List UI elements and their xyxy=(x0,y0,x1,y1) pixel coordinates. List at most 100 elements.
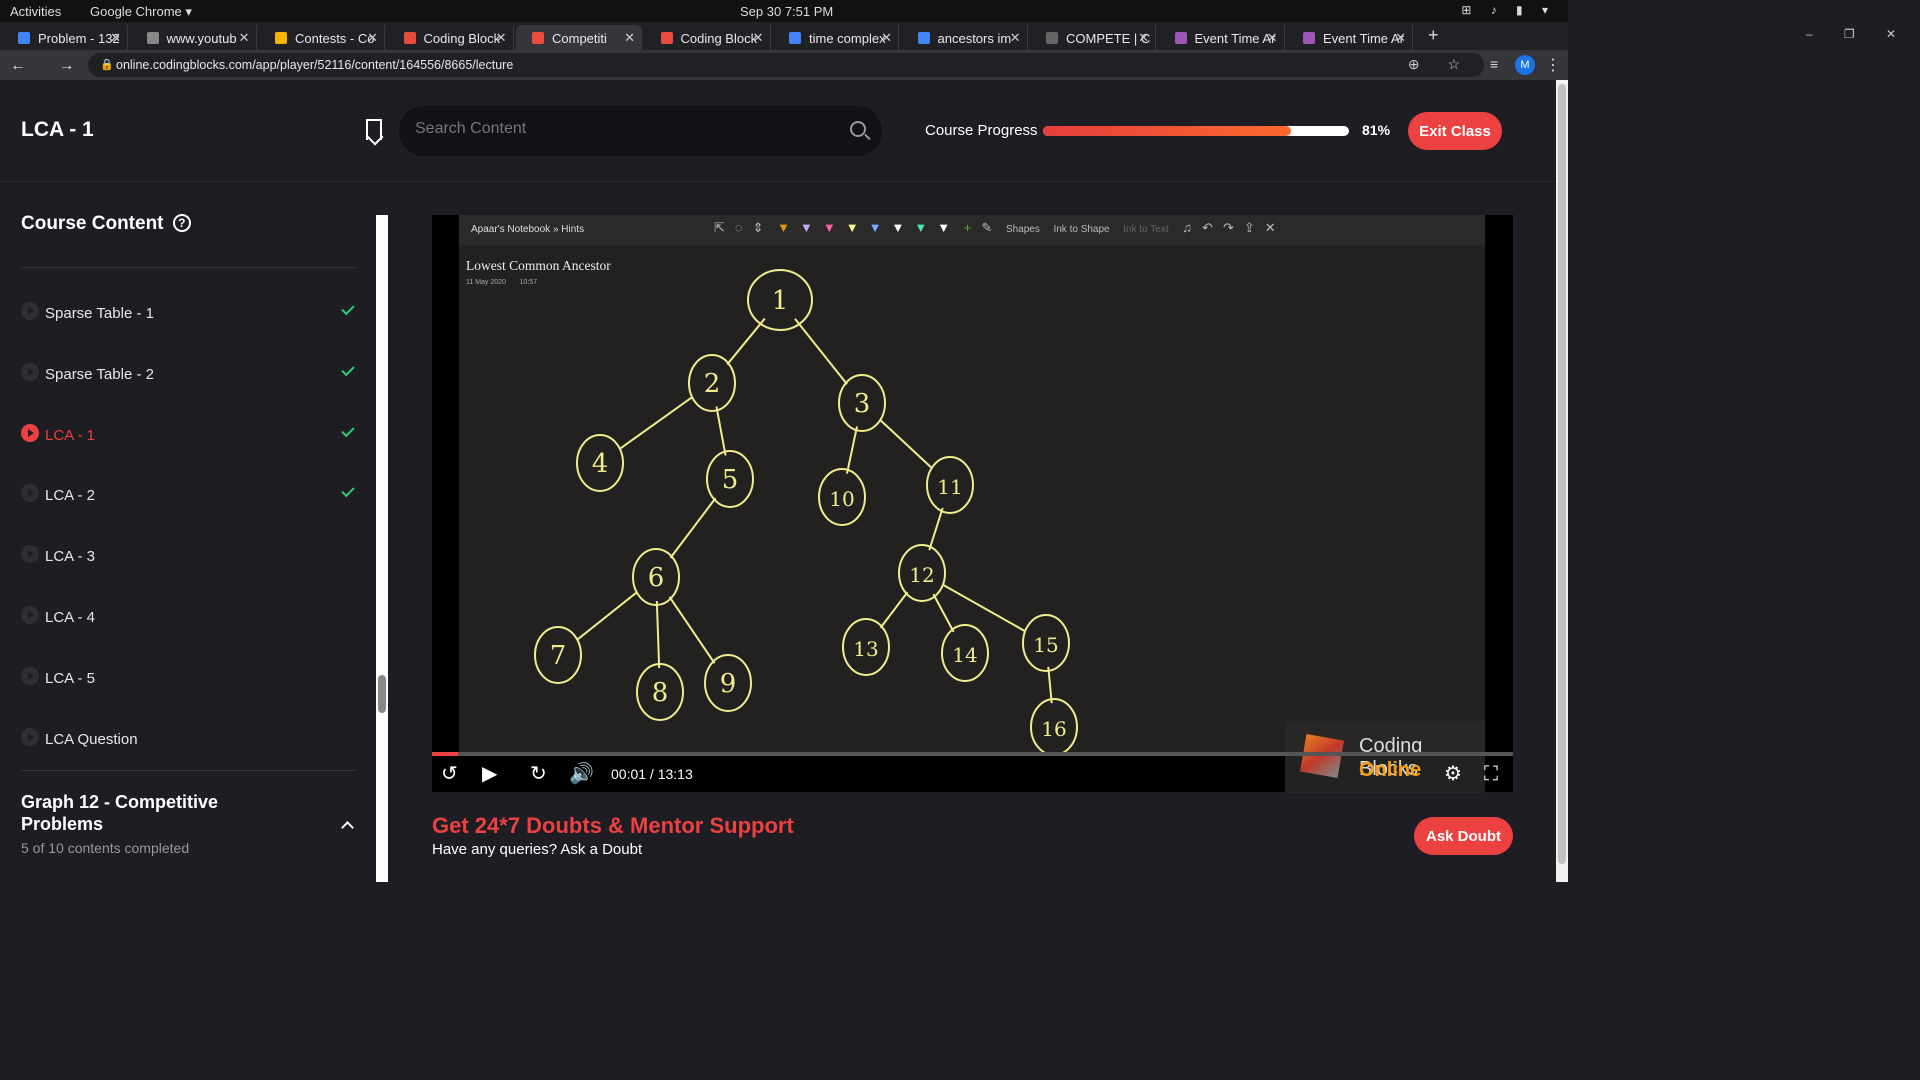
help-icon[interactable]: ? xyxy=(172,214,191,232)
tab-label: Problem - 132 xyxy=(38,31,120,46)
tab-label: Event Time Ar xyxy=(1194,31,1276,46)
divider xyxy=(21,770,356,771)
media-control-icon[interactable]: ≡ xyxy=(1490,56,1498,72)
browser-tab[interactable]: Competiti ✕ xyxy=(516,25,642,50)
sidebar-item[interactable]: LCA - 3 xyxy=(21,545,356,585)
sidebar-item[interactable]: Sparse Table - 2 xyxy=(21,362,356,403)
app-menu[interactable]: Google Chrome ▾ xyxy=(90,4,192,20)
page-scrollbar-thumb[interactable] xyxy=(1558,84,1566,864)
tab-favicon-icon xyxy=(18,32,30,44)
browser-tab[interactable]: Event Time Ar ✕ xyxy=(1287,25,1413,50)
bookmark-icon[interactable] xyxy=(366,119,382,140)
sidebar-item[interactable]: LCA - 5 xyxy=(21,666,356,707)
tab-close-icon[interactable]: ✕ xyxy=(239,30,250,46)
tab-close-icon[interactable]: ✕ xyxy=(1395,30,1406,46)
browser-tab[interactable]: COMPETE | C ✕ xyxy=(1030,25,1156,50)
rewind-icon[interactable]: ↺ xyxy=(441,764,458,784)
sidebar-item[interactable]: Sparse Table - 1 xyxy=(21,301,356,342)
browser-tab[interactable]: Contests - Co ✕ xyxy=(259,25,385,50)
tree-node-label: 11 xyxy=(937,475,962,499)
tab-label: Coding Block xyxy=(423,31,501,46)
sidebar-scrollbar[interactable] xyxy=(376,215,388,882)
zoom-star-icons[interactable]: ⊕ ☆ xyxy=(1408,56,1472,73)
window-controls[interactable]: – ❐ ✕ xyxy=(1806,27,1910,41)
play-icon[interactable]: ▶ xyxy=(482,764,497,784)
redo-icon: ↷ xyxy=(1222,220,1234,235)
ask-doubt-button[interactable]: Ask Doubt xyxy=(1414,817,1513,855)
pen-icon: ▼ xyxy=(891,220,905,235)
tree-edge xyxy=(655,600,661,669)
tab-favicon-icon xyxy=(1303,32,1315,44)
browser-tab[interactable]: time complex ✕ xyxy=(773,25,899,50)
search-box[interactable] xyxy=(399,106,882,156)
sidebar-item[interactable]: LCA - 4 xyxy=(21,606,356,646)
play-circle-icon xyxy=(21,302,39,320)
tree-node-label: 15 xyxy=(1033,633,1058,657)
browser-tab[interactable]: Coding Block ✕ xyxy=(388,25,514,50)
sidebar-item-label: Sparse Table - 2 xyxy=(45,365,154,383)
browser-tab[interactable]: www.youtub ✕ xyxy=(131,25,257,50)
sidebar-item[interactable]: LCA Question xyxy=(21,727,356,768)
browser-tab[interactable]: Coding Block ✕ xyxy=(645,25,771,50)
tab-close-icon[interactable]: ✕ xyxy=(496,30,507,46)
tree-node: 10 xyxy=(818,468,866,526)
tab-close-icon[interactable]: ✕ xyxy=(1267,30,1278,46)
tab-favicon-icon xyxy=(146,32,159,44)
course-content-heading: Course Content ? xyxy=(21,213,191,235)
new-tab-button[interactable]: + xyxy=(1428,25,1439,46)
sidebar-item-label: LCA - 4 xyxy=(45,609,96,626)
onenote-tools: ⇱ ◌ ⇕ ▼ ▼ ▼ ▼ ▼ ▼ ▼ ▼ + ✎ Shapes Ink to Shape Ink … xyxy=(714,220,1286,236)
tree-node-label: 16 xyxy=(1041,717,1066,741)
tree-node: 9 xyxy=(704,654,752,712)
sidebar-item[interactable]: LCA - 1 xyxy=(21,423,356,464)
search-input[interactable] xyxy=(415,120,815,138)
profile-avatar[interactable]: M xyxy=(1515,55,1535,75)
tree-edge xyxy=(878,418,934,470)
tree-node-label: 7 xyxy=(550,641,567,671)
page-scrollbar[interactable] xyxy=(1556,80,1568,882)
video-player[interactable]: Apaar's Notebook » Hints ⇱ ◌ ⇕ ▼ ▼ ▼ ▼ ▼ ▼ ▼ ▼ + ✎… xyxy=(432,215,1513,793)
tab-close-icon[interactable]: ✕ xyxy=(1138,30,1149,46)
sidebar-item-label: Sparse Table - 1 xyxy=(45,305,154,322)
activities-button[interactable]: Activities xyxy=(10,4,61,19)
tab-close-icon[interactable]: ✕ xyxy=(881,30,892,46)
sidebar-item-label: LCA - 5 xyxy=(45,669,96,687)
page-title: LCA - 1 xyxy=(21,118,94,141)
forward-icon[interactable]: ↻ xyxy=(530,764,547,784)
volume-icon[interactable]: 🔊 xyxy=(569,764,594,784)
fullscreen-icon[interactable]: ⛶ xyxy=(1484,764,1498,784)
search-icon[interactable] xyxy=(850,121,866,137)
undo-icon: ↶ xyxy=(1202,220,1213,235)
tab-close-icon[interactable]: ✕ xyxy=(367,30,378,46)
section-title[interactable]: Graph 12 - Competitive Problems xyxy=(21,791,251,835)
clock[interactable]: Sep 30 7:51 PM xyxy=(740,4,833,19)
sidebar-item[interactable]: LCA - 2 xyxy=(21,484,356,524)
tab-close-icon[interactable]: ✕ xyxy=(1010,30,1021,46)
tree-edge xyxy=(928,507,944,551)
browser-tab[interactable]: ancestors im ✕ xyxy=(902,25,1028,50)
course-progress-fill xyxy=(1043,126,1291,136)
tab-close-icon[interactable]: ✕ xyxy=(753,30,764,46)
scrollbar-thumb[interactable] xyxy=(378,675,386,713)
tab-close-icon[interactable]: ✕ xyxy=(110,30,121,46)
tree-node: 12 xyxy=(898,544,946,602)
doubt-support-title: Get 24*7 Doubts & Mentor Support xyxy=(432,813,794,838)
tree-edge xyxy=(846,426,858,474)
system-tray-icons[interactable]: ⊞ ♪ ▮ ▾ xyxy=(1461,3,1556,17)
exit-class-button[interactable]: Exit Class xyxy=(1408,112,1502,150)
bell-icon: ♫ xyxy=(1182,220,1193,235)
tab-close-icon[interactable]: ✕ xyxy=(624,30,635,46)
settings-gear-icon[interactable]: ⚙ xyxy=(1444,764,1462,784)
section-progress-text: 5 of 10 contents completed xyxy=(21,840,190,856)
collapse-icon: ✕ xyxy=(1264,220,1276,235)
browser-menu-icon[interactable]: ⋮ xyxy=(1545,55,1561,75)
chevron-up-icon[interactable] xyxy=(341,821,354,834)
browser-tab[interactable]: Problem - 132 ✕ xyxy=(2,25,128,50)
tree-node-label: 12 xyxy=(909,563,934,587)
omnibox[interactable]: 🔒 online.codingblocks.com/app/player/521… xyxy=(88,53,1484,77)
browser-tab[interactable]: Event Time Ar ✕ xyxy=(1159,25,1285,50)
course-content-title: Course Content xyxy=(21,213,164,234)
shapes-label: Shapes xyxy=(1005,224,1040,235)
course-progress-bar xyxy=(1043,126,1349,136)
tree-node: 5 xyxy=(706,450,754,508)
